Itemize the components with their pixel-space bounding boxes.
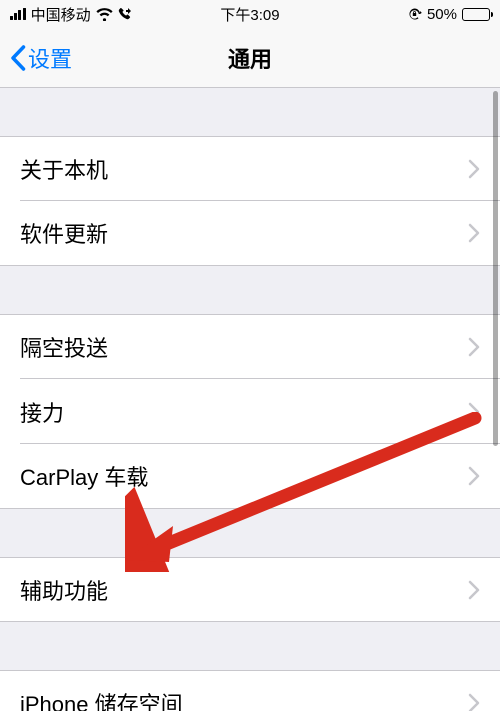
row-about[interactable]: 关于本机 bbox=[0, 136, 500, 201]
battery-icon bbox=[462, 8, 490, 21]
status-time: 下午3:09 bbox=[220, 4, 279, 25]
status-left: 中国移动 bbox=[10, 4, 132, 25]
row-label: iPhone 储存空间 bbox=[20, 687, 183, 711]
status-right: 50% bbox=[407, 6, 490, 23]
row-accessibility[interactable]: 辅助功能 bbox=[0, 557, 500, 622]
chevron-right-icon bbox=[468, 693, 480, 711]
chevron-right-icon bbox=[468, 159, 480, 179]
nav-title: 通用 bbox=[228, 42, 272, 74]
scrollbar-thumb[interactable] bbox=[493, 91, 498, 446]
chevron-right-icon bbox=[468, 466, 480, 486]
row-label: CarPlay 车载 bbox=[20, 460, 148, 492]
status-bar: 中国移动 下午3:09 50% bbox=[0, 0, 500, 28]
scrollbar[interactable] bbox=[493, 91, 498, 710]
chevron-right-icon bbox=[468, 580, 480, 600]
chevron-right-icon bbox=[468, 337, 480, 357]
row-iphone-storage[interactable]: iPhone 储存空间 bbox=[0, 670, 500, 711]
nav-bar: 设置 通用 bbox=[0, 28, 500, 88]
carrier-label: 中国移动 bbox=[31, 4, 91, 25]
row-label: 软件更新 bbox=[20, 217, 108, 249]
wifi-icon bbox=[96, 8, 113, 21]
chevron-right-icon bbox=[468, 402, 480, 422]
row-label: 辅助功能 bbox=[20, 574, 108, 606]
call-forward-icon bbox=[118, 7, 132, 21]
chevron-left-icon bbox=[10, 45, 26, 71]
group-gap bbox=[0, 622, 500, 670]
group-gap bbox=[0, 266, 500, 314]
chevron-right-icon bbox=[468, 223, 480, 243]
row-carplay[interactable]: CarPlay 车载 bbox=[0, 444, 500, 509]
back-label: 设置 bbox=[28, 42, 72, 74]
row-handoff[interactable]: 接力 bbox=[0, 379, 500, 444]
row-label: 关于本机 bbox=[20, 153, 108, 185]
row-label: 接力 bbox=[20, 396, 64, 428]
group-gap bbox=[0, 509, 500, 557]
group-gap bbox=[0, 88, 500, 136]
settings-list[interactable]: 关于本机 软件更新 隔空投送 接力 CarPlay 车载 辅助功能 bbox=[0, 88, 500, 711]
row-label: 隔空投送 bbox=[20, 331, 108, 363]
back-button[interactable]: 设置 bbox=[10, 42, 72, 74]
row-airdrop[interactable]: 隔空投送 bbox=[0, 314, 500, 379]
battery-percent: 50% bbox=[427, 6, 457, 23]
orientation-lock-icon bbox=[407, 7, 422, 22]
row-software-update[interactable]: 软件更新 bbox=[0, 201, 500, 266]
signal-bars-icon bbox=[10, 8, 26, 20]
